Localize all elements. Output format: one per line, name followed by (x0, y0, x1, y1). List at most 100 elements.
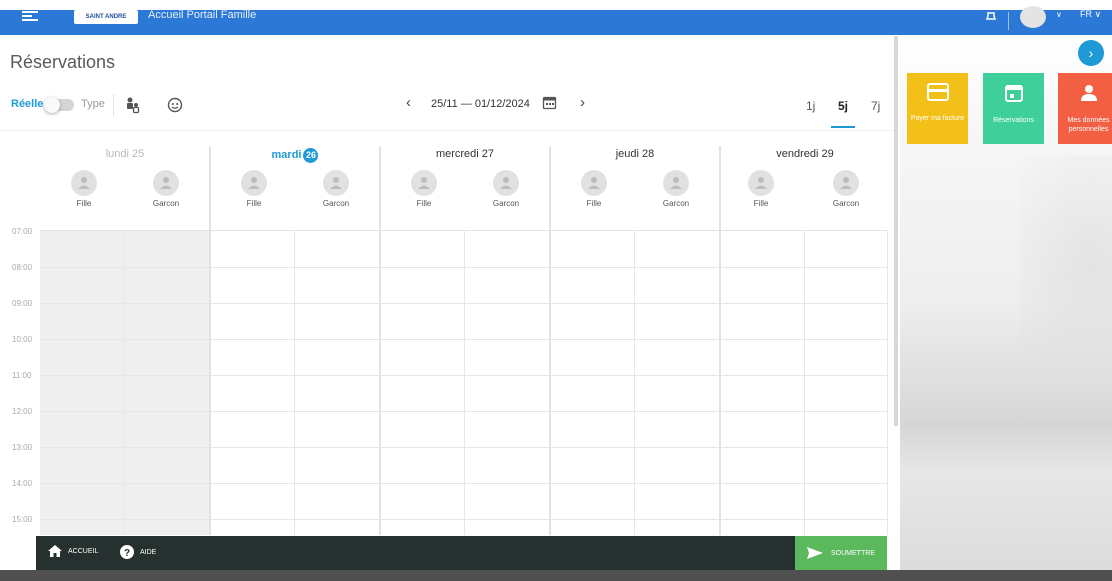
top-bar: SAINT ANDRE Accueil Portail Famille ∨ FR… (0, 0, 1112, 35)
child-garcon[interactable]: Garcon (316, 170, 356, 208)
child-garcon[interactable]: Garcon (486, 170, 526, 208)
child-fille[interactable]: Fille (574, 170, 614, 208)
footer (0, 570, 1112, 581)
tile-pay-invoice[interactable]: Payer ma facture (907, 73, 968, 144)
child-name: Fille (416, 199, 432, 208)
active-view-indicator (831, 126, 855, 128)
mode-real-label[interactable]: Réelle (11, 98, 43, 110)
hour-label: 15:00 (12, 515, 33, 524)
date-range: 25/11 — 01/12/2024 (431, 98, 530, 110)
hour-label: 13:00 (12, 443, 33, 452)
day-label-today: mardi 26 (210, 148, 380, 163)
hour-label: 10:00 (12, 335, 33, 344)
help-icon: ? (120, 545, 134, 559)
face-icon[interactable] (166, 96, 184, 114)
child-fille[interactable]: Fille (234, 170, 274, 208)
hour-label: 14:00 (12, 479, 33, 488)
logo[interactable]: SAINT ANDRE (74, 10, 138, 24)
child-fille[interactable]: Fille (64, 170, 104, 208)
view-7-days-button[interactable]: 7j (871, 99, 880, 113)
child-name: Garcon (662, 199, 690, 208)
hour-label: 07:00 (12, 227, 33, 236)
tile-label: Mes données personnelles (1067, 117, 1110, 133)
previous-week-button[interactable]: ‹ (406, 94, 411, 111)
today-badge: 26 (303, 148, 319, 163)
child-name: Fille (586, 199, 602, 208)
person-icon (153, 170, 179, 196)
divider (113, 94, 114, 116)
background-image (1020, 155, 1112, 375)
divider (0, 130, 896, 131)
submit-button[interactable]: SOUMETTRE (795, 536, 887, 570)
home-button[interactable]: ACCUEIL (48, 545, 98, 557)
page-title: Réservations (10, 52, 116, 72)
person-icon (71, 170, 97, 196)
child-name: Fille (246, 199, 262, 208)
menu-icon[interactable] (22, 11, 38, 21)
bell-icon[interactable] (985, 10, 997, 20)
person-icon (581, 170, 607, 196)
right-panel: › Payer ma facture Réservations Mes donn… (900, 35, 1112, 570)
child-fille[interactable]: Fille (741, 170, 781, 208)
child-column-line (804, 231, 805, 535)
app-title[interactable]: Accueil Portail Famille (148, 9, 256, 21)
grid-edge-line (887, 231, 888, 535)
child-name: Garcon (322, 199, 350, 208)
submit-label: SOUMETTRE (831, 549, 875, 557)
person-icon (833, 170, 859, 196)
child-name: Fille (753, 199, 769, 208)
person-icon (241, 170, 267, 196)
child-name: Garcon (832, 199, 860, 208)
scrollbar[interactable] (894, 36, 898, 426)
tile-reservations[interactable]: Réservations (983, 73, 1044, 144)
person-icon (1080, 85, 1097, 101)
bottom-bar: ACCUEIL ? AIDE SOUMETTRE (36, 536, 887, 570)
tile-personal-data[interactable]: Mes données personnelles (1058, 73, 1112, 144)
week-calendar: lundi 25 mardi 26 mercredi 27 jeudi 28 ve… (0, 140, 890, 535)
svg-text:?: ? (124, 548, 130, 559)
home-label: ACCUEIL (68, 547, 99, 555)
hour-label: 08:00 (12, 263, 33, 272)
day-label: jeudi 28 (615, 148, 655, 160)
child-column-line (634, 231, 635, 535)
calendar-icon (1004, 85, 1023, 102)
app-root: SAINT ANDRE Accueil Portail Famille ∨ FR… (0, 0, 1112, 581)
child-garcon[interactable]: Garcon (146, 170, 186, 208)
calendar-icon[interactable] (542, 95, 557, 110)
time-grid[interactable] (40, 230, 888, 535)
child-garcon[interactable]: Garcon (826, 170, 866, 208)
child-column-line (294, 231, 295, 535)
hour-label: 09:00 (12, 299, 33, 308)
child-fille[interactable]: Fille (404, 170, 444, 208)
day-label: mardi (271, 149, 302, 161)
day-label: lundi 25 (105, 148, 145, 160)
family-icon[interactable] (124, 96, 142, 114)
person-icon (411, 170, 437, 196)
help-label: AIDE (140, 548, 157, 556)
help-button[interactable]: ? AIDE (120, 545, 156, 559)
person-icon (323, 170, 349, 196)
day-label: mercredi 27 (435, 148, 495, 160)
user-avatar[interactable] (1020, 6, 1046, 28)
language-selector[interactable]: FR ∨ (1080, 9, 1101, 20)
mode-toggle[interactable] (44, 97, 74, 113)
hour-label: 11:00 (12, 371, 32, 380)
send-icon (807, 547, 824, 559)
person-icon (493, 170, 519, 196)
view-1-day-button[interactable]: 1j (806, 99, 815, 113)
child-column-line (464, 231, 465, 535)
hour-label: 12:00 (12, 407, 33, 416)
tile-label: Réservations (993, 117, 1034, 124)
credit-card-icon (926, 83, 949, 101)
next-week-button[interactable]: › (580, 94, 585, 111)
person-icon (663, 170, 689, 196)
language-label: FR (1080, 9, 1092, 19)
calendar-toolbar: Réelle Type ‹ 25/11 — 01/12/2024 › 1j 5j… (0, 88, 896, 128)
child-name: Fille (76, 199, 92, 208)
view-5-days-button[interactable]: 5j (838, 99, 848, 113)
collapse-panel-button[interactable]: › (1078, 40, 1104, 66)
mode-type-label[interactable]: Type (81, 98, 105, 110)
chevron-down-icon[interactable]: ∨ (1056, 10, 1062, 19)
child-garcon[interactable]: Garcon (656, 170, 696, 208)
child-column-line (124, 231, 125, 535)
